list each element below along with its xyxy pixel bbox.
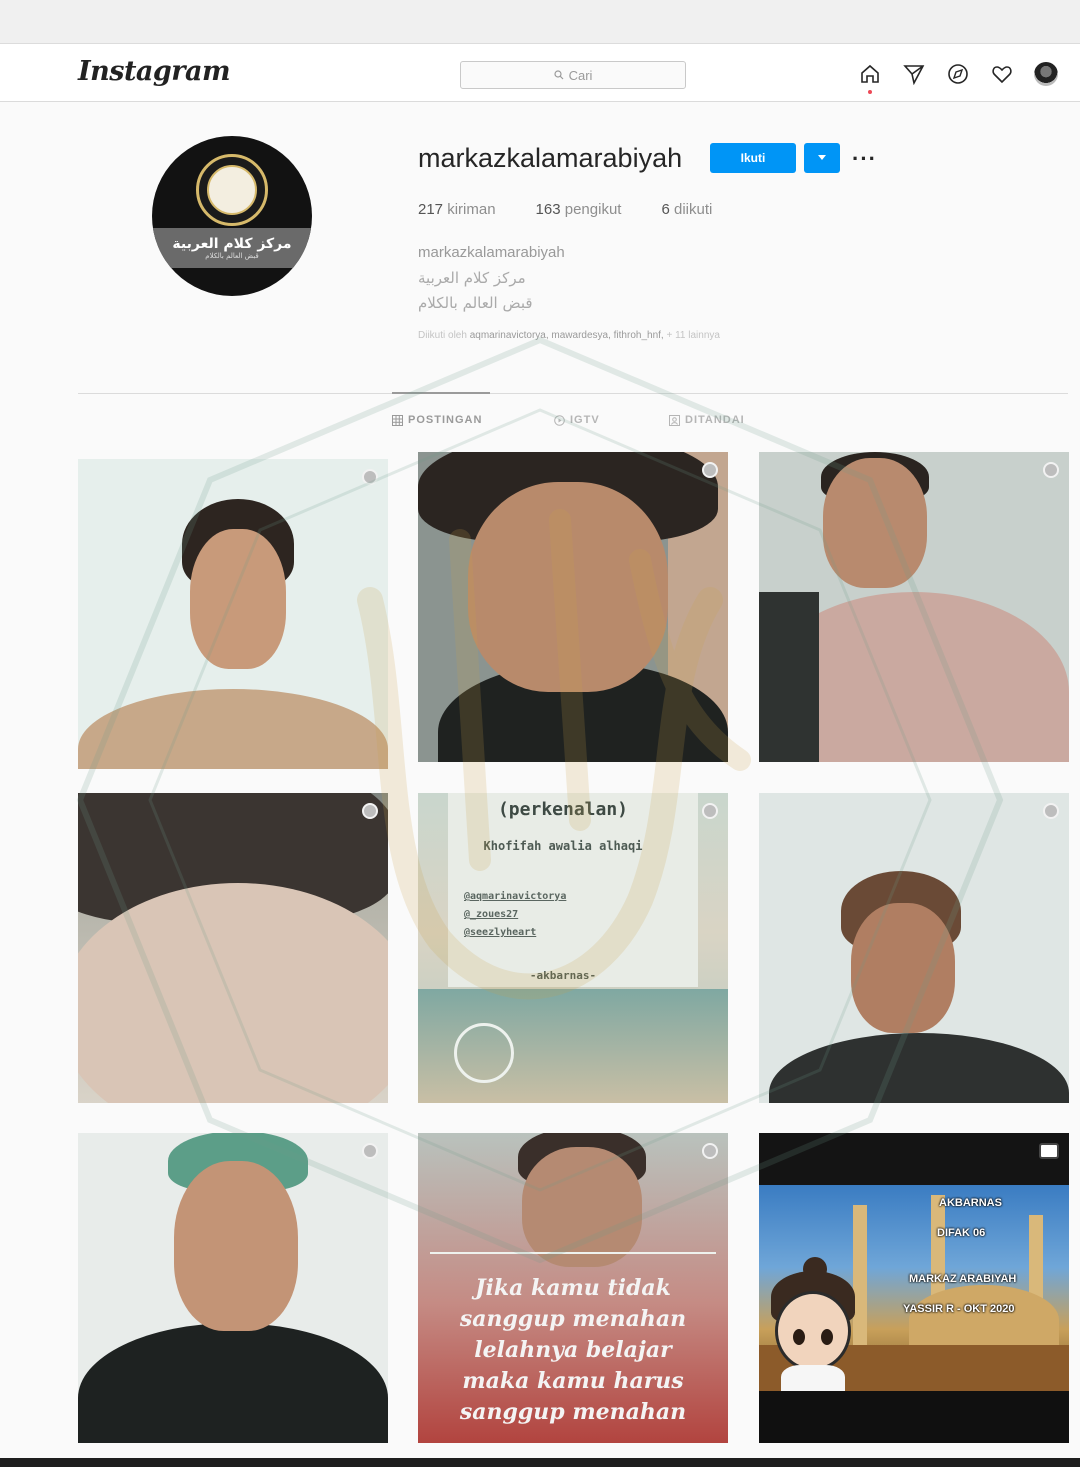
video-caption: DIFAK 06 bbox=[937, 1227, 986, 1239]
activity-heart-icon[interactable] bbox=[990, 62, 1014, 86]
video-letterbox bbox=[759, 1133, 1069, 1185]
logo-emblem-icon bbox=[196, 154, 268, 226]
bio-line-2: قبض العالم بالكلام bbox=[418, 294, 533, 312]
post-tile[interactable]: AKBARNAS DIFAK 06 MARKAZ ARABIYAH YASSIR… bbox=[759, 1133, 1069, 1443]
profile-tabs: POSTINGAN IGTV DITANDAI bbox=[392, 414, 745, 426]
avatar-tagline-ar: قبض العالم بالكلام bbox=[205, 252, 259, 260]
grid-icon bbox=[392, 414, 403, 426]
video-indicator-icon bbox=[362, 1143, 378, 1159]
post-tile[interactable]: (perkenalan) Khofifah awalia alhaqi @aqm… bbox=[418, 793, 728, 1103]
video-indicator-icon bbox=[702, 1143, 718, 1159]
avatar-name-ar: مركز كلام العربية bbox=[172, 236, 292, 252]
top-nav-bar: Instagram Cari bbox=[0, 44, 1080, 102]
post-photo-subject bbox=[174, 1161, 298, 1331]
video-letterbox bbox=[759, 1391, 1069, 1443]
stat-posts: 217 kiriman bbox=[418, 201, 496, 218]
profile-avatar[interactable] bbox=[1034, 62, 1058, 86]
igtv-icon bbox=[554, 414, 565, 426]
circle-logo-icon bbox=[454, 1023, 514, 1083]
post-quote: Jika kamu tidak sanggup menahan lelahnya… bbox=[459, 1275, 687, 1425]
page: Instagram Cari مركز كلام العربية قبض الع… bbox=[0, 0, 1080, 1467]
video-indicator-icon bbox=[362, 469, 378, 485]
post-tile[interactable] bbox=[78, 1133, 388, 1443]
browser-toolbar bbox=[0, 0, 1080, 44]
stat-following[interactable]: 6 diikuti bbox=[661, 201, 712, 218]
post-tile[interactable] bbox=[759, 793, 1069, 1103]
direct-icon[interactable] bbox=[902, 62, 926, 86]
video-indicator-icon bbox=[362, 803, 378, 819]
notification-dot bbox=[868, 90, 872, 94]
profile-full-name: markazkalamarabiyah bbox=[418, 244, 565, 261]
post-tile[interactable] bbox=[759, 452, 1069, 762]
igtv-camera-icon bbox=[1039, 1143, 1059, 1159]
instagram-logo[interactable]: Instagram bbox=[78, 56, 231, 87]
video-caption: MARKAZ ARABIYAH bbox=[909, 1273, 1017, 1285]
quote-divider bbox=[430, 1252, 716, 1254]
post-photo-subject bbox=[78, 689, 388, 769]
video-indicator-icon bbox=[1043, 462, 1059, 478]
minaret-shape bbox=[853, 1205, 867, 1355]
cartoon-eye bbox=[821, 1329, 833, 1345]
post-mention: @aqmarinavictorya bbox=[464, 891, 567, 902]
explore-icon[interactable] bbox=[946, 62, 970, 86]
nav-icons bbox=[858, 62, 1058, 94]
post-photo-subject bbox=[759, 592, 819, 762]
chevron-down-icon bbox=[818, 155, 826, 160]
post-signature: -akbarnas- bbox=[529, 969, 597, 982]
tab-igtv[interactable]: IGTV bbox=[554, 414, 669, 426]
post-subtitle: Khofifah awalia alhaqi bbox=[483, 839, 643, 853]
search-icon bbox=[553, 70, 564, 80]
tab-tagged[interactable]: DITANDAI bbox=[669, 414, 745, 426]
post-tile[interactable] bbox=[78, 459, 388, 769]
post-photo-subject bbox=[823, 458, 927, 588]
bio-line-1: مركز كلام العربية bbox=[418, 269, 526, 287]
post-mention: @_zoues27 bbox=[464, 909, 519, 920]
post-photo-subject bbox=[190, 529, 286, 669]
stat-followers[interactable]: 163 pengikut bbox=[536, 201, 622, 218]
followed-by[interactable]: Diikuti oleh aqmarinavictorya, mawardesy… bbox=[418, 330, 720, 341]
search-placeholder: Cari bbox=[568, 67, 593, 83]
home-icon[interactable] bbox=[858, 62, 882, 94]
post-photo-subject bbox=[769, 1033, 1069, 1103]
video-indicator-icon bbox=[1043, 803, 1059, 819]
profile-avatar-large[interactable]: مركز كلام العربية قبض العالم بالكلام bbox=[152, 136, 312, 296]
intro-card bbox=[448, 793, 698, 987]
video-indicator-icon bbox=[702, 462, 718, 478]
search-input[interactable]: Cari bbox=[460, 61, 686, 89]
profile-username: markazkalamarabiyah bbox=[418, 143, 683, 173]
post-photo-subject bbox=[78, 1323, 388, 1443]
profile-divider bbox=[78, 393, 1068, 394]
post-photo-subject bbox=[851, 903, 955, 1033]
cartoon-eye bbox=[793, 1329, 805, 1345]
cartoon-character bbox=[775, 1291, 851, 1371]
avatar-caption: مركز كلام العربية قبض العالم بالكلام bbox=[152, 228, 312, 268]
active-tab-indicator bbox=[392, 392, 490, 394]
post-tile[interactable] bbox=[418, 452, 728, 762]
post-tile[interactable] bbox=[78, 793, 388, 1103]
profile-stats: 217 kiriman 163 pengikut 6 diikuti bbox=[418, 201, 712, 218]
more-options-button[interactable]: ··· bbox=[852, 146, 877, 172]
post-mention: @seezlyheart bbox=[464, 927, 537, 938]
post-tile[interactable]: Jika kamu tidak sanggup menahan lelahnya… bbox=[418, 1133, 728, 1443]
video-indicator-icon bbox=[702, 803, 718, 819]
follow-button[interactable]: Ikuti bbox=[710, 143, 796, 173]
post-photo-subject bbox=[522, 1147, 642, 1267]
suggested-dropdown-button[interactable] bbox=[804, 143, 840, 173]
post-photo-subject bbox=[468, 482, 668, 692]
post-photo-subject bbox=[78, 883, 388, 1103]
tagged-icon bbox=[669, 414, 680, 426]
video-caption: AKBARNAS bbox=[939, 1197, 1002, 1209]
mosque-scene: AKBARNAS DIFAK 06 MARKAZ ARABIYAH YASSIR… bbox=[759, 1185, 1069, 1391]
post-title: (perkenalan) bbox=[497, 799, 629, 820]
taskbar-strip bbox=[0, 1458, 1080, 1467]
cartoon-character bbox=[781, 1365, 845, 1391]
video-caption: YASSIR R - OKT 2020 bbox=[903, 1303, 1015, 1315]
tab-posts[interactable]: POSTINGAN bbox=[392, 414, 554, 426]
